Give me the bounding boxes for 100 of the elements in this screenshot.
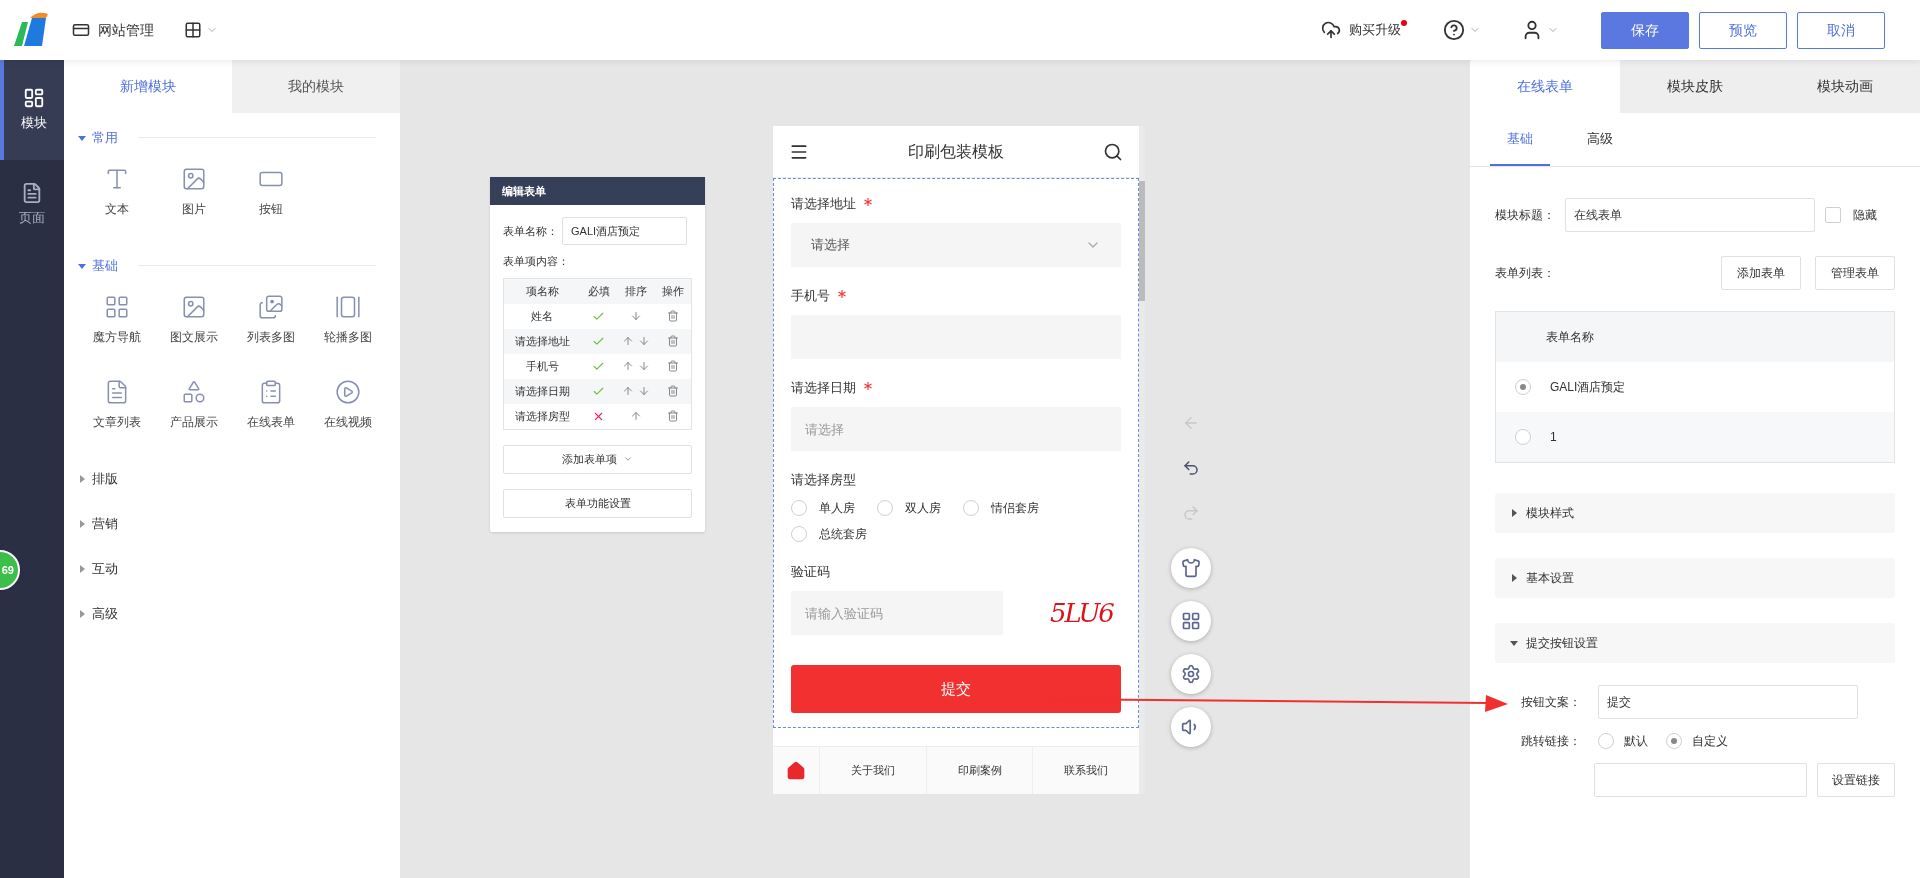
sub-tab[interactable]: 基础 [1490,113,1550,166]
title-input[interactable]: 在线表单 [1565,198,1815,232]
delete-icon[interactable] [666,385,679,397]
module-item[interactable]: 在线视频 [309,369,386,454]
submit-button[interactable]: 提交 [791,665,1121,713]
bottom-nav-item[interactable]: 关于我们 [819,747,926,794]
panel-tab[interactable]: 模块皮肤 [1620,60,1770,113]
module-item[interactable]: 图片 [155,156,232,241]
radio-button[interactable] [791,500,807,516]
action-button[interactable]: 预览 [1699,11,1787,49]
link-input[interactable] [1594,763,1808,797]
delete-icon[interactable] [666,310,679,322]
column-header: 排序 [623,283,648,299]
panel-tab[interactable]: 模块动画 [1770,60,1920,113]
move-down-icon[interactable] [637,335,650,347]
apps-menu-button[interactable] [184,21,218,39]
pictures-icon [257,294,284,320]
column-header: 项名称 [524,283,560,299]
radio-button[interactable] [877,500,893,516]
move-up-icon[interactable] [621,385,634,397]
move-down-icon[interactable] [637,385,650,397]
category-header[interactable]: 基础 [92,255,118,276]
sidebar-tab[interactable]: 页面 [0,160,64,250]
field-label: 按钮文案： [1521,694,1582,711]
radio-button[interactable] [791,526,807,542]
undo-icon[interactable] [1182,458,1200,477]
module-item[interactable]: 按钮 [232,156,309,241]
captcha-image[interactable]: 5LU6 [1048,593,1115,633]
move-up-icon[interactable] [621,335,634,347]
grid-icon [1181,611,1201,631]
action-button[interactable]: 取消 [1797,11,1885,49]
form-list-button[interactable]: 管理表单 [1815,256,1895,290]
sidebar-tab[interactable]: 模块 [0,60,64,160]
category-header[interactable]: 高级 [92,603,118,624]
caret-down-icon [1510,639,1518,647]
module-item[interactable]: 魔方导航 [78,284,155,369]
sub-tab[interactable]: 高级 [1570,113,1630,166]
module-item[interactable]: 列表多图 [232,284,309,369]
date-field[interactable]: 请选择 [791,407,1121,451]
form-name-input[interactable]: GALI酒店预定 [562,217,687,245]
collapsible-section-header[interactable]: 基本设置 [1495,558,1895,598]
collapsible-section-header[interactable]: 模块样式 [1495,493,1895,533]
scrollbar-thumb[interactable] [1139,181,1145,301]
tool-button[interactable] [1171,601,1211,641]
grid-icon [103,294,130,320]
field-label: 请选择房型 [791,471,856,490]
move-down-icon[interactable] [629,310,642,322]
add-item-button[interactable]: 添加表单项 [503,444,692,474]
radio-button[interactable] [1515,379,1531,395]
module-item[interactable]: 图文展示 [155,284,232,369]
hide-checkbox[interactable] [1825,207,1841,223]
module-item[interactable]: 文章列表 [78,369,155,454]
radio-button[interactable] [1666,733,1682,749]
move-up-icon[interactable] [629,410,642,422]
module-item[interactable]: 在线表单 [232,369,309,454]
field-label: 跳转链接： [1521,733,1582,750]
dashboard-icon [23,87,45,110]
search-icon[interactable] [1103,141,1123,162]
panel-tab[interactable]: 我的模块 [232,60,400,113]
category-header[interactable]: 营销 [92,513,118,534]
delete-icon[interactable] [666,360,679,372]
radio-button[interactable] [963,500,979,516]
form-list-button[interactable]: 添加表单 [1721,256,1801,290]
move-up-icon[interactable] [621,360,634,372]
caret-right-icon [1510,509,1518,517]
category-header[interactable]: 互动 [92,558,118,579]
category-header[interactable]: 常用 [92,127,118,148]
option-label: 情侣套房 [991,500,1039,517]
radio-button[interactable] [1598,733,1614,749]
settings-icon [1181,664,1201,684]
home-icon[interactable] [786,760,806,781]
page-title: 印刷包装模板 [907,141,1005,162]
radio-button[interactable] [1515,429,1531,445]
caret-right-icon [78,519,86,528]
tool-button[interactable] [1171,548,1211,588]
button-text-input[interactable]: 提交 [1598,685,1858,719]
action-button[interactable]: 保存 [1601,11,1689,49]
bottom-nav-item[interactable]: 印刷案例 [925,747,1033,794]
set-link-button[interactable]: 设置链接 [1817,763,1895,797]
module-item[interactable]: 轮播多图 [309,284,386,369]
category-header[interactable]: 排版 [92,468,118,489]
caret-down-icon [78,133,86,142]
site-management-menu[interactable]: 网站管理 [98,19,154,41]
help-menu-button[interactable] [1443,19,1481,41]
move-down-icon[interactable] [637,360,650,372]
tool-button[interactable] [1171,654,1211,694]
module-item[interactable]: 文本 [78,156,155,241]
upgrade-link[interactable]: 购买升级 [1321,20,1401,40]
tool-button[interactable] [1171,707,1211,747]
form-settings-button[interactable]: 表单功能设置 [503,488,692,518]
select-field[interactable]: 请选择 [791,223,1121,267]
captcha-input[interactable]: 请输入验证码 [791,591,1003,635]
caret-right-icon [1510,574,1518,582]
module-item[interactable]: 产品展示 [155,369,232,454]
table-cell-text: GALI酒店预定 [1550,379,1626,396]
field-label: 验证码 [791,563,830,582]
collapsible-section-header[interactable]: 提交按钮设置 [1495,623,1895,663]
delete-icon[interactable] [666,335,679,347]
delete-icon[interactable] [666,410,679,422]
panel-title: 编辑表单 [490,177,705,205]
